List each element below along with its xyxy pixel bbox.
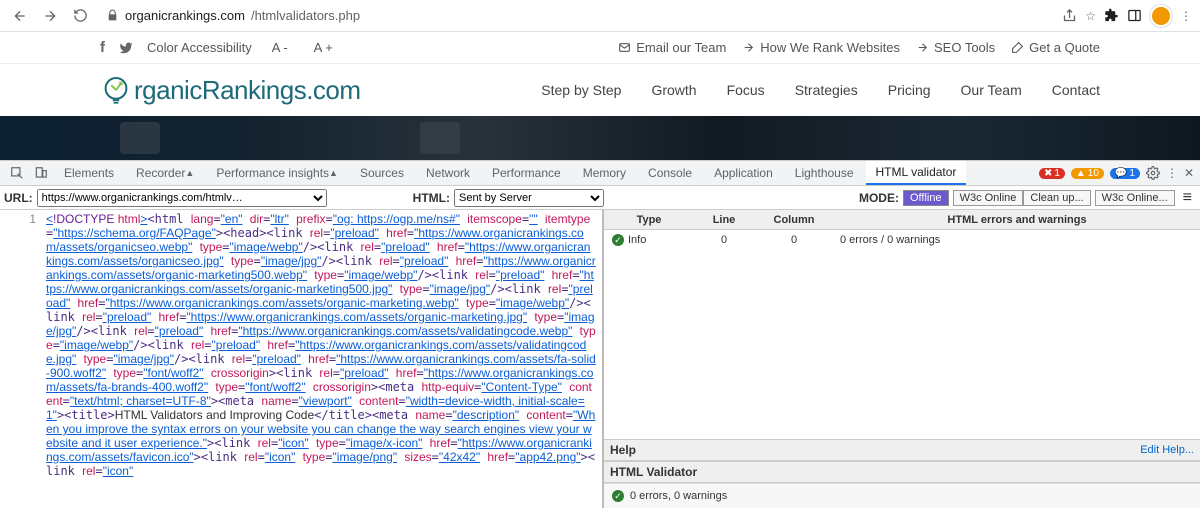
mode-offline-button[interactable]: Offline [903, 190, 949, 206]
col-column: Column [754, 214, 834, 226]
summary-row: ✓ 0 errors, 0 warnings [604, 483, 1200, 508]
line-number: 1 [0, 212, 36, 226]
html-select[interactable]: Sent by Server [454, 189, 604, 207]
site-utility-bar: f Color Accessibility A - A + Email our … [0, 32, 1200, 64]
cleanup-button[interactable]: Clean up... [1023, 190, 1090, 206]
nav-step-by-step[interactable]: Step by Step [541, 82, 621, 98]
twitter-icon[interactable] [119, 41, 133, 55]
tab-network[interactable]: Network [416, 161, 480, 185]
zoom-out-button[interactable]: A - [266, 38, 294, 57]
mode-w3c-button[interactable]: W3c Online [953, 190, 1024, 206]
summary-text: 0 errors, 0 warnings [630, 490, 727, 502]
extensions-icon[interactable] [1104, 8, 1119, 23]
w3c-online-button[interactable]: W3c Online... [1095, 190, 1175, 206]
profile-avatar[interactable] [1150, 5, 1172, 27]
help-bar: Help Edit Help... [604, 439, 1200, 461]
html-label: HTML: [413, 191, 450, 205]
nav-contact[interactable]: Contact [1052, 82, 1100, 98]
col-type: Type [604, 214, 694, 226]
browser-toolbar: organicrankings.com/htmlvalidators.php ☆… [0, 0, 1200, 32]
edit-help-link[interactable]: Edit Help... [1140, 444, 1194, 456]
results-header: Type Line Column HTML errors and warning… [604, 210, 1200, 230]
validator-panes: 1 <!DOCTYPE html><html lang="en" dir="lt… [0, 210, 1200, 508]
results-pane: Type Line Column HTML errors and warning… [604, 210, 1200, 508]
col-message: HTML errors and warnings [834, 214, 1200, 226]
panel-icon[interactable] [1127, 8, 1142, 23]
hamburger-icon[interactable]: ≡ [1179, 189, 1196, 207]
reload-button[interactable] [68, 4, 92, 28]
nav-growth[interactable]: Growth [651, 82, 696, 98]
email-team-link[interactable]: Email our Team [618, 40, 726, 55]
star-icon[interactable]: ☆ [1085, 9, 1096, 23]
warning-count-badge[interactable]: ▲ 10 [1071, 168, 1104, 179]
how-rank-label: How We Rank Websites [760, 40, 900, 55]
menu-icon[interactable]: ⋮ [1180, 9, 1192, 23]
tab-recorder[interactable]: Recorder ▲ [126, 161, 204, 185]
url-host: organicrankings.com [125, 8, 245, 23]
validator-title: HTML Validator [610, 465, 697, 479]
source-pane: 1 <!DOCTYPE html><html lang="en" dir="lt… [0, 210, 604, 508]
address-bar[interactable]: organicrankings.com/htmlvalidators.php [98, 8, 1056, 23]
facebook-icon[interactable]: f [100, 39, 105, 56]
validator-toolbar: URL: https://www.organicrankings.com/htm… [0, 186, 1200, 210]
tab-performance-insights[interactable]: Performance insights ▲ [206, 161, 348, 185]
kebab-icon[interactable]: ⋮ [1166, 166, 1178, 180]
source-code[interactable]: <!DOCTYPE html><html lang="en" dir="ltr"… [44, 210, 602, 508]
row-line: 0 [694, 234, 754, 246]
nav-pricing[interactable]: Pricing [888, 82, 931, 98]
mode-label: MODE: [859, 191, 899, 205]
logo-bulb-icon [100, 74, 132, 106]
seo-tools-label: SEO Tools [934, 40, 995, 55]
quote-label: Get a Quote [1029, 40, 1100, 55]
hero-image [0, 116, 1200, 160]
validator-title-bar: HTML Validator [604, 461, 1200, 483]
info-count-badge[interactable]: 💬 1 [1110, 168, 1140, 179]
url-select[interactable]: https://www.organicrankings.com/htmlv… [37, 189, 327, 207]
ok-icon: ✓ [612, 490, 624, 502]
zoom-in-button[interactable]: A + [308, 38, 339, 57]
results-row[interactable]: ✓ Info 0 0 0 errors / 0 warnings [604, 230, 1200, 250]
main-nav: Step by Step Growth Focus Strategies Pri… [541, 82, 1100, 98]
how-rank-link[interactable]: How We Rank Websites [742, 40, 900, 55]
forward-button[interactable] [38, 4, 62, 28]
error-count-badge[interactable]: ✖ 1 [1039, 168, 1065, 179]
nav-focus[interactable]: Focus [727, 82, 765, 98]
col-line: Line [694, 214, 754, 226]
nav-strategies[interactable]: Strategies [795, 82, 858, 98]
close-devtools-icon[interactable]: ✕ [1184, 166, 1194, 180]
color-accessibility-link[interactable]: Color Accessibility [147, 40, 252, 55]
quote-link[interactable]: Get a Quote [1011, 40, 1100, 55]
tab-html-validator[interactable]: HTML validator [866, 161, 967, 185]
url-label: URL: [4, 191, 33, 205]
devtools-tabstrip: Elements Recorder ▲ Performance insights… [0, 160, 1200, 186]
share-icon[interactable] [1062, 8, 1077, 23]
ok-icon: ✓ [612, 234, 624, 246]
seo-tools-link[interactable]: SEO Tools [916, 40, 995, 55]
inspect-icon[interactable] [6, 166, 28, 180]
site-logo[interactable]: rganicRankings.com [100, 74, 361, 106]
tab-console[interactable]: Console [638, 161, 702, 185]
gear-icon[interactable] [1146, 166, 1160, 180]
tab-lighthouse[interactable]: Lighthouse [785, 161, 864, 185]
line-gutter: 1 [0, 210, 44, 508]
tab-application[interactable]: Application [704, 161, 783, 185]
row-message: 0 errors / 0 warnings [834, 234, 1200, 246]
toolbar-right: ☆ ⋮ [1062, 5, 1192, 27]
tab-sources[interactable]: Sources [350, 161, 414, 185]
tab-elements[interactable]: Elements [54, 161, 124, 185]
nav-our-team[interactable]: Our Team [961, 82, 1022, 98]
url-path: /htmlvalidators.php [251, 8, 360, 23]
logo-text: rganicRankings.com [134, 75, 361, 106]
help-title: Help [610, 443, 636, 457]
row-type: Info [628, 234, 646, 246]
tab-performance[interactable]: Performance [482, 161, 571, 185]
lock-icon [106, 9, 119, 22]
tab-memory[interactable]: Memory [573, 161, 636, 185]
email-team-label: Email our Team [636, 40, 726, 55]
site-header: rganicRankings.com Step by Step Growth F… [0, 64, 1200, 116]
row-column: 0 [754, 234, 834, 246]
back-button[interactable] [8, 4, 32, 28]
device-toggle-icon[interactable] [30, 166, 52, 180]
